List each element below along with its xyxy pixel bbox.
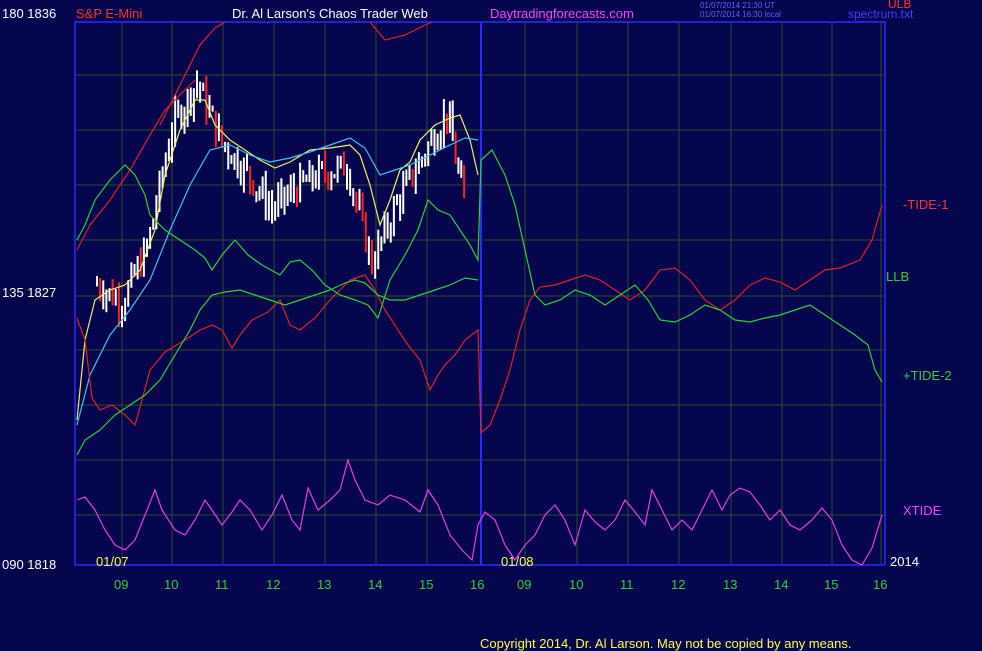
label-llb: LLB [886,269,910,284]
hour-tick-label: 11 [620,577,634,592]
hour-tick-label: 13 [723,577,738,592]
hour-tick-label: 16 [873,577,888,592]
hour-tick-label: 09 [114,577,129,592]
axis-left-bottom: 090 1818 [2,557,57,572]
slow-average-line [76,137,479,426]
label-tide2: +TIDE-2 [903,368,952,383]
copyright: Copyright 2014, Dr. Al Larson. May not b… [480,636,852,651]
date-label-left: 01/07 [96,554,129,569]
site-title: Dr. Al Larson's Chaos Trader Web [232,6,428,21]
chart-plot [74,21,886,566]
timestamp-ut: 01/07/2014 21:30 UT [700,1,776,10]
hour-tick-label: 14 [774,577,789,592]
axis-left-mid: 135 1827 [2,285,57,300]
hour-tick-label: 15 [419,577,434,592]
label-tide1: -TIDE-1 [903,197,949,212]
hour-tick-label: 16 [470,577,485,592]
hour-tick-label: 09 [517,577,532,592]
year-label: 2014 [890,554,919,569]
hour-tick-label: 12 [266,577,281,592]
tide2-line [76,277,479,456]
hour-tick-label: 10 [569,577,584,592]
hour-tick-label: 15 [824,577,839,592]
hour-tick-label: 10 [164,577,179,592]
label-xtide: XTIDE [903,503,942,518]
hour-tick-label: 14 [368,577,383,592]
hour-tick-label: 12 [671,577,686,592]
hour-tick-label: 11 [215,577,229,592]
scale-top-left: 180 1836 [2,6,57,21]
ulb-line-2 [369,21,433,41]
hour-tick-label: 13 [317,577,332,592]
date-label-mid: 01/08 [501,554,534,569]
instrument-title: S&P E-Mini [76,6,143,21]
xtide-line [76,457,883,566]
file-label: spectrum.txt [848,7,914,21]
ulb-line [159,21,226,126]
site-url-link[interactable]: Daytradingforecasts.com [490,7,634,21]
timestamp-local: 01/07/2014 16:30 local [700,10,781,19]
